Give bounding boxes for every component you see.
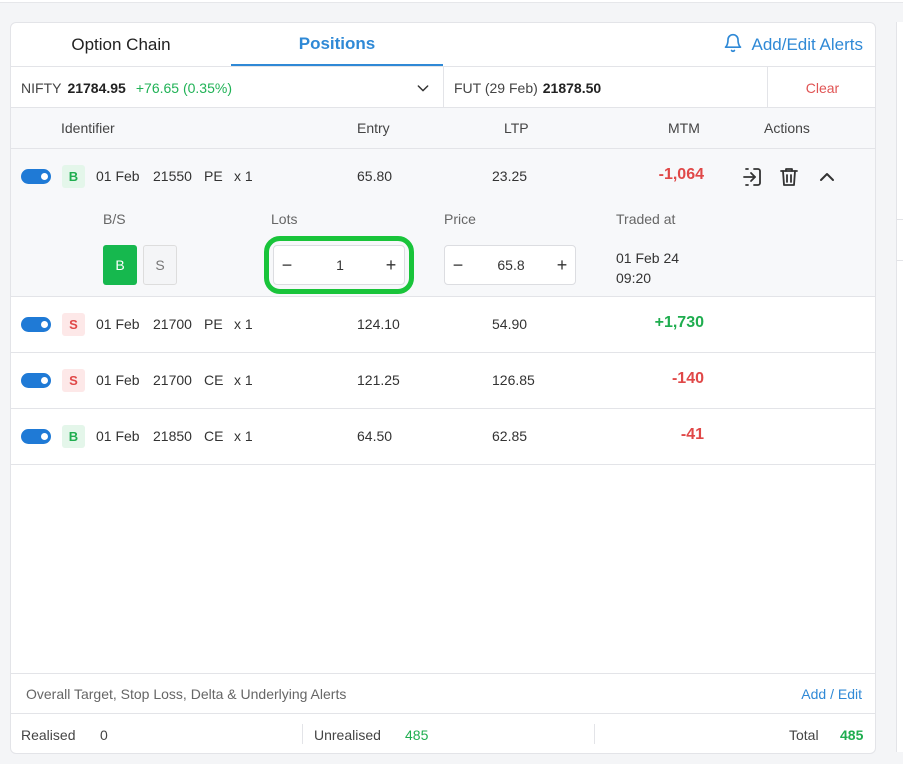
price-stepper: − + xyxy=(444,245,576,285)
position-toggle[interactable] xyxy=(21,317,51,332)
top-edge xyxy=(0,0,903,3)
unrealised-label: Unrealised xyxy=(314,727,381,743)
underlying-change: +76.65 (0.35%) xyxy=(135,79,232,96)
strike: 21700 xyxy=(153,316,192,332)
clear-button[interactable]: Clear xyxy=(768,67,875,108)
ltp: 23.25 xyxy=(492,168,528,184)
underlying-name: NIFTY xyxy=(21,79,62,96)
table-header: Identifier Entry LTP MTM Actions xyxy=(11,108,875,149)
side-badge: S xyxy=(62,313,85,336)
sell-button[interactable]: S xyxy=(143,245,177,285)
price-increment-button[interactable]: + xyxy=(549,246,575,284)
entry-price: 121.25 xyxy=(357,372,400,388)
expiry-date: 01 Feb xyxy=(96,372,140,388)
lots-label: Lots xyxy=(271,211,298,227)
strike: 21700 xyxy=(153,372,192,388)
option-type: CE xyxy=(204,428,224,444)
mtm-value: +1,730 xyxy=(654,314,704,331)
mtm-value: -41 xyxy=(680,426,704,443)
exit-icon[interactable] xyxy=(740,165,764,189)
buy-button[interactable]: B xyxy=(103,245,137,285)
strike: 21550 xyxy=(153,168,192,184)
entry-price: 124.10 xyxy=(357,316,400,332)
price-label: Price xyxy=(444,211,476,227)
col-ltp: LTP xyxy=(504,120,529,136)
quantity: x 1 xyxy=(234,316,253,332)
lots-stepper: − + xyxy=(273,245,405,285)
pnl-summary: Realised 0 Unrealised 485 Total 485 xyxy=(11,714,875,753)
tab-bar: Option Chain Positions Add/Edit Alerts xyxy=(11,23,875,67)
ltp: 54.90 xyxy=(492,316,528,332)
total-label: Total xyxy=(789,727,819,743)
quantity: x 1 xyxy=(234,428,253,444)
add-edit-link[interactable]: Add / Edit xyxy=(801,686,862,702)
mtm-value: -1,064 xyxy=(658,166,704,183)
col-mtm: MTM xyxy=(668,120,700,136)
tab-positions[interactable]: Positions xyxy=(231,23,443,66)
futures-label: FUT (29 Feb) xyxy=(454,79,538,96)
ltp: 126.85 xyxy=(492,372,535,388)
underlying-price: 21784.95 xyxy=(67,79,126,96)
futures-price: 21878.50 xyxy=(542,79,602,96)
trash-icon[interactable] xyxy=(777,165,801,189)
position-toggle[interactable] xyxy=(21,373,51,388)
option-type: PE xyxy=(204,168,223,184)
realised-value: 0 xyxy=(100,727,108,743)
entry-price: 65.80 xyxy=(357,168,393,184)
position-toggle[interactable] xyxy=(21,429,51,444)
right-side-panel xyxy=(896,22,903,752)
traded-at-value: 01 Feb 24 09:20 xyxy=(616,248,679,288)
table-row[interactable]: S 01 Feb 21700 PE x 1 124.10 54.90 +1,73… xyxy=(11,297,875,353)
total-value: 485 xyxy=(840,727,864,743)
lots-decrement-button[interactable]: − xyxy=(274,246,300,284)
price-input[interactable] xyxy=(471,246,551,284)
chevron-down-icon xyxy=(417,85,429,92)
chevron-up-icon[interactable] xyxy=(815,165,839,189)
entry-price: 64.50 xyxy=(357,428,393,444)
col-identifier: Identifier xyxy=(61,120,115,136)
add-edit-alerts-label: Add/Edit Alerts xyxy=(751,35,863,54)
option-type: CE xyxy=(204,372,224,388)
expiry-date: 01 Feb xyxy=(96,428,140,444)
add-edit-alerts-button[interactable]: Add/Edit Alerts xyxy=(723,23,863,67)
tab-option-chain[interactable]: Option Chain xyxy=(11,23,231,66)
traded-date: 01 Feb 24 xyxy=(616,250,680,266)
ltp: 62.85 xyxy=(492,428,528,444)
table-row[interactable]: B 01 Feb 21850 CE x 1 64.50 62.85 -41 xyxy=(11,409,875,465)
strike: 21850 xyxy=(153,428,192,444)
expanded-position-row: B 01 Feb 21550 PE x 1 65.80 23.25 -1,064… xyxy=(11,149,875,297)
side-badge: B xyxy=(62,425,85,448)
lots-input[interactable] xyxy=(300,246,380,284)
positions-card: Option Chain Positions Add/Edit Alerts N… xyxy=(10,22,876,754)
side-badge: S xyxy=(62,369,85,392)
traded-time: 09:20 xyxy=(616,270,652,286)
mtm-value: -140 xyxy=(671,370,704,387)
expiry-date: 01 Feb xyxy=(96,168,140,184)
quantity: x 1 xyxy=(234,168,253,184)
overall-alerts-text: Overall Target, Stop Loss, Delta & Under… xyxy=(26,686,347,702)
price-decrement-button[interactable]: − xyxy=(445,246,471,284)
realised-label: Realised xyxy=(21,727,76,743)
quantity: x 1 xyxy=(234,372,253,388)
divider xyxy=(594,724,595,744)
bell-icon xyxy=(723,33,743,58)
col-actions: Actions xyxy=(764,120,810,136)
unrealised-value: 485 xyxy=(405,727,429,743)
lots-increment-button[interactable]: + xyxy=(378,246,404,284)
expiry-date: 01 Feb xyxy=(96,316,140,332)
bs-label: B/S xyxy=(103,211,126,227)
table-row[interactable]: B 01 Feb 21550 PE x 1 65.80 23.25 -1,064 xyxy=(11,149,875,205)
instrument-bar: NIFTY 21784.95 +76.65 (0.35%) FUT (29 Fe… xyxy=(11,66,875,108)
col-entry: Entry xyxy=(357,120,390,136)
position-toggle[interactable] xyxy=(21,169,51,184)
divider xyxy=(302,724,303,744)
futures-quote: FUT (29 Feb) 21878.50 xyxy=(444,67,768,108)
side-badge: B xyxy=(62,165,85,188)
underlying-selector[interactable]: NIFTY 21784.95 +76.65 (0.35%) xyxy=(11,67,444,108)
option-type: PE xyxy=(204,316,223,332)
overall-alerts-bar: Overall Target, Stop Loss, Delta & Under… xyxy=(11,673,875,714)
traded-at-label: Traded at xyxy=(616,211,676,227)
table-row[interactable]: S 01 Feb 21700 CE x 1 121.25 126.85 -140 xyxy=(11,353,875,409)
